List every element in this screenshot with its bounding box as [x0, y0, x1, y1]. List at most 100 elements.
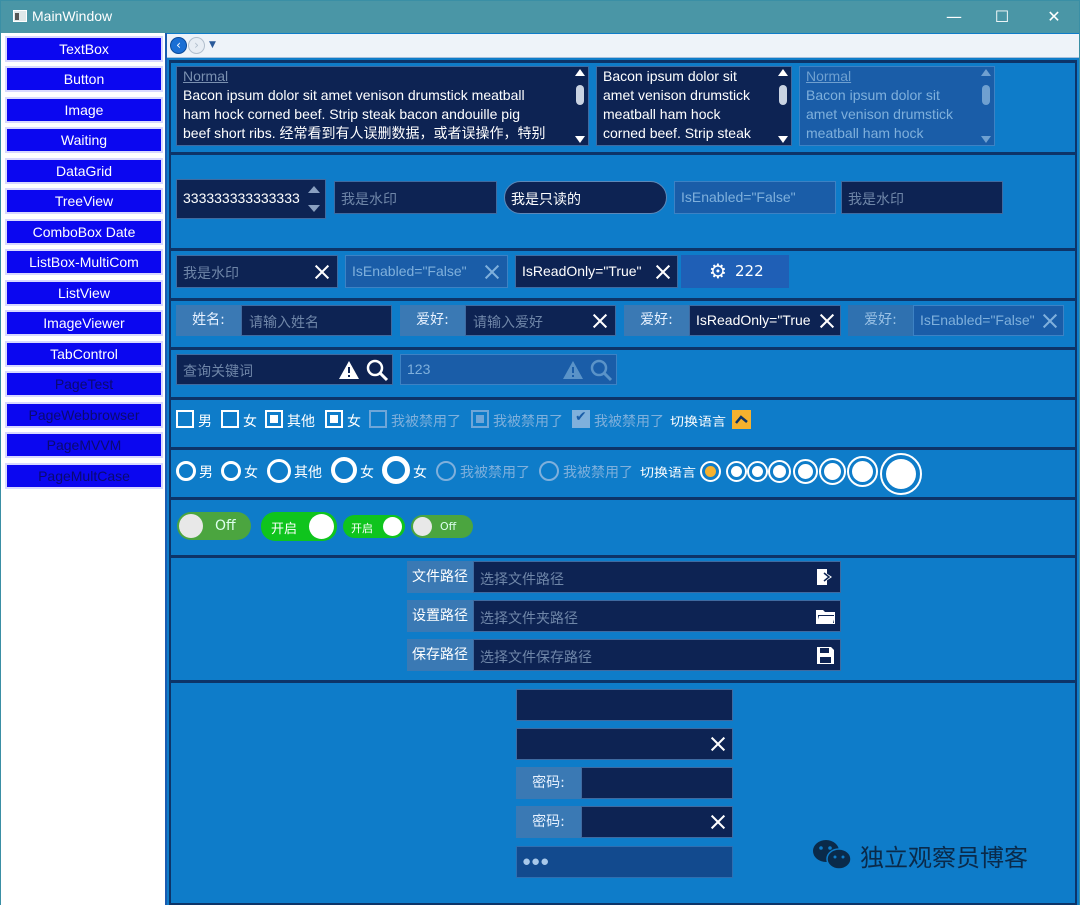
- clear-x-icon[interactable]: [710, 814, 726, 830]
- clear-x-icon[interactable]: [314, 264, 330, 280]
- checkbox-disabled-2: [471, 410, 489, 428]
- close-window-button[interactable]: ✕: [1029, 1, 1079, 33]
- toggle-switch-small-on[interactable]: 开启: [343, 515, 405, 538]
- nav-pagewebbrowser[interactable]: PageWebbrowser: [5, 402, 163, 428]
- nav-pagemultcase[interactable]: PageMultCase: [5, 463, 163, 489]
- nav-treeview[interactable]: TreeView: [5, 188, 163, 214]
- watermark-textbox-2[interactable]: 我是水印: [841, 181, 1003, 214]
- checkbox-label: 女: [347, 414, 361, 430]
- password-input[interactable]: [581, 767, 733, 799]
- search-placeholder: 查询关键词: [183, 363, 253, 379]
- radio-size-4[interactable]: [793, 459, 818, 484]
- disabled-text: IsEnabled="False": [352, 263, 467, 279]
- save-path-label: 保存路径: [407, 639, 473, 671]
- nav-image[interactable]: Image: [5, 97, 163, 123]
- masked-password-box[interactable]: ●●●: [516, 846, 733, 878]
- nav-listbox-multicom[interactable]: ListBox-MultiCom: [5, 249, 163, 275]
- text-line: meatball ham hock: [806, 125, 924, 141]
- checkbox-other[interactable]: [265, 410, 283, 428]
- nav-pagemvvm[interactable]: PageMVVM: [5, 432, 163, 458]
- text-input-empty[interactable]: [516, 689, 733, 721]
- nav-waiting[interactable]: Waiting: [5, 127, 163, 153]
- numeric-updown[interactable]: 333333333333333: [176, 179, 326, 219]
- nav-combobox-date[interactable]: ComboBox Date: [5, 219, 163, 245]
- radio-size-3[interactable]: [768, 460, 791, 483]
- search-input[interactable]: 查询关键词: [176, 354, 393, 385]
- nav-pagetest[interactable]: PageTest: [5, 371, 163, 397]
- disabled-text: IsEnabled="False": [681, 189, 796, 205]
- nav-button[interactable]: Button: [5, 66, 163, 92]
- history-dropdown-icon[interactable]: ▼: [209, 40, 216, 50]
- nav-textbox[interactable]: TextBox: [5, 36, 163, 62]
- checkbox-female-2[interactable]: [325, 410, 343, 428]
- search-icon: [590, 359, 613, 382]
- nav-imageviewer[interactable]: ImageViewer: [5, 310, 163, 336]
- name-input[interactable]: 请输入姓名: [241, 305, 392, 336]
- radio-female-3[interactable]: [382, 456, 410, 484]
- save-icon[interactable]: [816, 646, 835, 665]
- radio-size-1[interactable]: [726, 461, 747, 482]
- hobby2-readonly-input[interactable]: IsReadOnly="True: [689, 305, 841, 336]
- multiline-textbox-normal[interactable]: Normal Bacon ipsum dolor sit amet veniso…: [176, 66, 589, 146]
- readonly-round-textbox[interactable]: 我是只读的: [504, 181, 667, 214]
- increment-arrow-icon[interactable]: [308, 186, 320, 193]
- gear-button-label: 222: [735, 262, 764, 280]
- folder-path-input[interactable]: 选择文件夹路径: [473, 600, 841, 632]
- radio-female[interactable]: [221, 461, 241, 481]
- path-picker-section: 文件路径 选择文件路径 设置路径 选择文件夹路径 保存路径 选择文件保存路径: [169, 555, 1077, 680]
- radio-male[interactable]: [176, 461, 196, 481]
- numeric-value: 333333333333333: [183, 190, 300, 206]
- checkbox-female[interactable]: [221, 410, 239, 428]
- multiline-textbox-disabled: Normal Bacon ipsum dolor sit amet veniso…: [799, 66, 995, 146]
- radio-size-7[interactable]: [880, 453, 922, 495]
- nav-listview[interactable]: ListView: [5, 280, 163, 306]
- vertical-scrollbar[interactable]: [777, 69, 789, 143]
- warning-toggle-icon[interactable]: [732, 410, 751, 429]
- password-section: 密码: 密码: ●●● 独立观察员博客: [169, 680, 1077, 905]
- clear-x-icon[interactable]: [710, 736, 726, 752]
- checkbox-section: 男 女 其他 女 我被禁用了 我被禁用了 ✔ 我被禁用了 切换语言: [169, 397, 1077, 447]
- toggle-switch-off[interactable]: Off: [177, 512, 251, 540]
- open-file-icon[interactable]: [815, 568, 835, 586]
- forward-arrow-icon[interactable]: ›: [188, 37, 205, 54]
- multiline-textbox-plain[interactable]: Bacon ipsum dolor sit amet venison drums…: [596, 66, 792, 146]
- clearable-watermark-textbox[interactable]: 我是水印: [176, 255, 338, 288]
- back-arrow-icon[interactable]: ‹: [170, 37, 187, 54]
- checkbox-label: 我被禁用了: [391, 414, 461, 430]
- radio-warning[interactable]: [700, 461, 721, 482]
- decrement-arrow-icon[interactable]: [308, 205, 320, 212]
- clear-x-icon[interactable]: [592, 313, 608, 329]
- hobby-input[interactable]: 请输入爱好: [465, 305, 616, 336]
- radio-female-2[interactable]: [331, 457, 357, 483]
- language-switch-text: 切换语言: [670, 415, 726, 429]
- multiline-textbox-section: Normal Bacon ipsum dolor sit amet veniso…: [169, 60, 1077, 152]
- radio-size-2[interactable]: [747, 461, 768, 482]
- radio-size-6[interactable]: [847, 456, 878, 487]
- clear-x-icon[interactable]: [655, 264, 671, 280]
- checkbox-label: 我被禁用了: [493, 414, 563, 430]
- clearable-input-empty[interactable]: [516, 728, 733, 760]
- check-mark-icon: ✔: [575, 409, 587, 425]
- watermark-textbox[interactable]: 我是水印: [334, 181, 497, 214]
- checkbox-male[interactable]: [176, 410, 194, 428]
- wechat-icon: [813, 840, 852, 870]
- file-path-input[interactable]: 选择文件路径: [473, 561, 841, 593]
- toggle-switch-small-off[interactable]: Off: [411, 515, 473, 538]
- radio-size-5[interactable]: [819, 458, 846, 485]
- nav-tabcontrol[interactable]: TabControl: [5, 341, 163, 367]
- toggle-switch-on[interactable]: 开启: [261, 512, 337, 541]
- radio-disabled-2: [539, 461, 559, 481]
- password-input-clearable[interactable]: [581, 806, 733, 838]
- vertical-scrollbar[interactable]: [574, 69, 586, 143]
- watermark-placeholder: 我是水印: [183, 265, 239, 281]
- clear-x-icon[interactable]: [819, 313, 835, 329]
- folder-icon[interactable]: [815, 608, 836, 625]
- maximize-button[interactable]: ☐: [977, 1, 1027, 33]
- nav-datagrid[interactable]: DataGrid: [5, 158, 163, 184]
- clearable-readonly-textbox[interactable]: IsReadOnly="True": [515, 255, 678, 288]
- search-icon[interactable]: [365, 358, 389, 382]
- gear-button[interactable]: ⚙ 222: [681, 255, 789, 288]
- save-path-input[interactable]: 选择文件保存路径: [473, 639, 841, 671]
- minimize-button[interactable]: —: [929, 1, 979, 33]
- radio-other[interactable]: [267, 459, 291, 483]
